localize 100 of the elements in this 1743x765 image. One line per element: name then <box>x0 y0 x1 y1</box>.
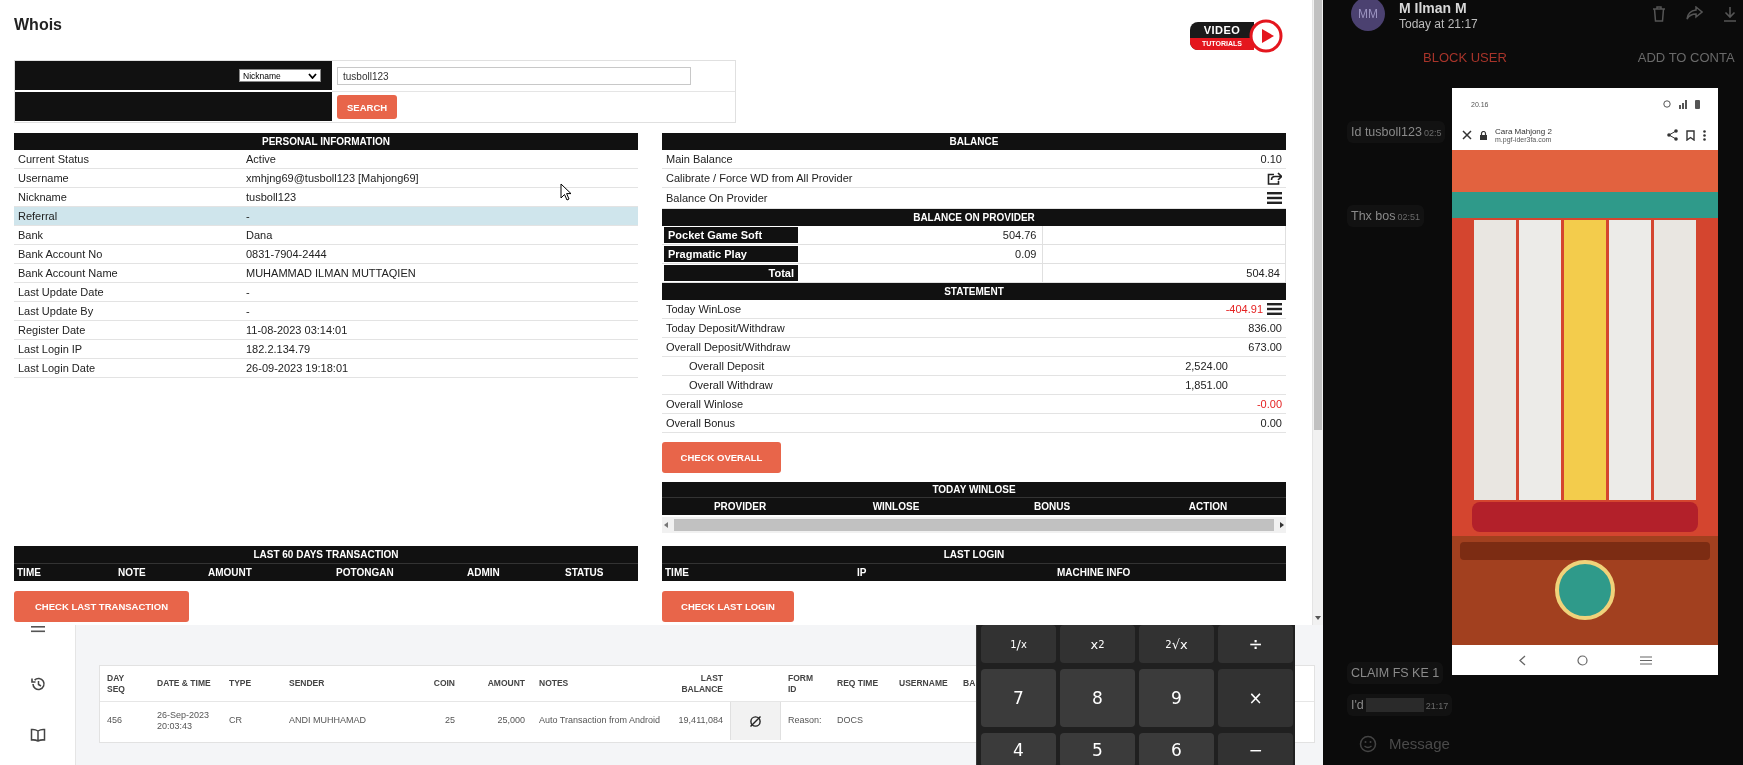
section-header: LAST LOGIN <box>662 546 1286 563</box>
calculator-key[interactable]: − <box>1218 733 1293 765</box>
field-label: Referral <box>18 210 59 222</box>
field-label: Register Date <box>18 324 87 336</box>
calculator-key[interactable]: 5 <box>1060 733 1135 765</box>
field-label: Today WinLose <box>666 303 743 315</box>
total-label: Total <box>664 265 798 281</box>
calculator-key[interactable]: 9 <box>1139 669 1214 727</box>
history-icon[interactable] <box>29 676 46 692</box>
recents-icon[interactable] <box>1640 655 1653 665</box>
column-header: NOTE <box>118 567 147 578</box>
scroll-left-icon <box>662 521 670 529</box>
statement-value: 673.00 <box>1248 341 1282 353</box>
calculator-key[interactable]: 6 <box>1139 733 1214 765</box>
field-label: Nickname <box>18 191 68 203</box>
column-header: NOTES <box>532 666 672 702</box>
statement-value: 1,851.00 <box>1185 379 1228 391</box>
provider-balance: 0.09 <box>1015 248 1037 260</box>
field-value: 26-09-2023 19:18:01 <box>246 362 349 374</box>
column-header: SENDER <box>282 666 412 702</box>
column-header: POTONGAN <box>336 567 395 578</box>
column-header: ACTION <box>1187 501 1229 512</box>
download-icon[interactable] <box>1723 6 1737 22</box>
list-icon[interactable] <box>1267 192 1282 204</box>
field-label: Bank Account Name <box>18 267 119 279</box>
column-header: ADMIN <box>467 567 501 578</box>
avatar: MM <box>1351 0 1385 31</box>
message-text: I'd <box>1351 698 1364 712</box>
column-header: AMOUNT <box>462 666 532 702</box>
provider-name: Pocket Game Soft <box>664 227 798 243</box>
calculator-key[interactable]: 7 <box>981 669 1056 727</box>
battery-icon <box>1695 99 1700 109</box>
contact-name: M Ilman M <box>1399 0 1468 17</box>
share-icon[interactable] <box>1667 129 1678 141</box>
section-header: LAST 60 DAYS TRANSACTION <box>14 546 638 563</box>
field-value: Active <box>246 153 276 165</box>
message-text: CLAIM FS KE 1 <box>1351 666 1440 680</box>
column-header: DATE & TIME <box>150 666 222 702</box>
message-time: Today at 21:17 <box>1399 17 1478 32</box>
calculator-key[interactable]: ÷ <box>1218 625 1293 663</box>
book-icon[interactable] <box>29 728 46 742</box>
list-icon[interactable] <box>1267 303 1282 315</box>
field-value: 0831-7904-2444 <box>246 248 327 260</box>
table-cell-text: 19,411,084 <box>677 714 724 728</box>
table-cell-text: 25,000 <box>496 714 526 728</box>
statement-value: -404.91 <box>1225 303 1263 315</box>
calculator-key[interactable]: × <box>1218 669 1293 727</box>
message-input[interactable]: Message <box>1387 734 1591 753</box>
menu-icon[interactable] <box>30 626 45 633</box>
scroll-down-icon <box>1314 614 1322 622</box>
search-type-dropdown[interactable]: Nickname <box>239 69 321 82</box>
vertical-scrollbar[interactable] <box>1312 0 1323 625</box>
field-value: - <box>246 305 250 317</box>
field-value: 182.2.134.79 <box>246 343 311 355</box>
column-header: BONUS <box>1032 501 1072 512</box>
message-time: 02:5 <box>1423 128 1442 138</box>
column-header: REQ TIME <box>830 666 892 702</box>
column-header: IP <box>857 567 868 578</box>
calculator-key[interactable]: 4 <box>981 733 1056 765</box>
horizontal-scrollbar[interactable] <box>662 517 1286 533</box>
statement-value: 2,524.00 <box>1185 360 1228 372</box>
more-icon[interactable] <box>1703 129 1706 141</box>
column-header: STATUS <box>565 567 605 578</box>
lock-icon <box>1480 130 1487 140</box>
column-header: TYPE <box>222 666 282 702</box>
field-label: Username <box>18 172 70 184</box>
close-icon[interactable] <box>1462 130 1472 140</box>
export-icon[interactable] <box>1267 171 1282 185</box>
chat-action-link[interactable]: ADD TO CONTA <box>1637 50 1735 68</box>
home-icon[interactable] <box>1577 654 1589 666</box>
field-label: Overall Deposit <box>688 360 766 372</box>
table-cell-text: Auto Transaction from Android <box>538 714 662 728</box>
slashed-circle-icon[interactable] <box>749 714 762 728</box>
field-label: Calibrate / Force WD from All Provider <box>666 172 853 184</box>
field-label: Bank Account No <box>18 248 104 260</box>
alarm-icon <box>1663 100 1671 108</box>
section-header: TODAY WINLOSE <box>662 482 1286 497</box>
field-label: Overall Bonus <box>666 417 737 429</box>
column-header: TIME <box>665 567 690 578</box>
table-cell-text: DOCS <box>836 714 864 728</box>
column-header: AMOUNT <box>208 567 253 578</box>
search-field[interactable]: tusboll123 <box>337 67 691 85</box>
table-cell-text: CR <box>228 714 243 728</box>
field-label: Main Balance <box>666 153 733 165</box>
back-icon[interactable] <box>1517 654 1526 666</box>
column-header: LAST BALANCE <box>672 666 730 702</box>
field-value: xmhjng69@tusboll123 [Mahjong69] <box>246 172 419 184</box>
table-cell-text: 26-Sep-2023 20:03:43 <box>156 708 211 733</box>
play-icon <box>1249 18 1283 53</box>
bookmark-icon[interactable] <box>1686 129 1695 141</box>
mouse-cursor-icon <box>560 183 572 201</box>
field-label: Bank <box>18 229 45 241</box>
balance-value: 0.10 <box>1260 153 1282 165</box>
calculator-key[interactable]: 8 <box>1060 669 1135 727</box>
field-label: Current Status <box>18 153 90 165</box>
section-header: STATEMENT <box>662 283 1286 300</box>
column-header: MACHINE INFO <box>1057 567 1132 578</box>
field-label: Last Login Date <box>18 362 97 374</box>
trash-icon[interactable] <box>1652 6 1666 22</box>
signal-icon <box>1679 99 1687 109</box>
